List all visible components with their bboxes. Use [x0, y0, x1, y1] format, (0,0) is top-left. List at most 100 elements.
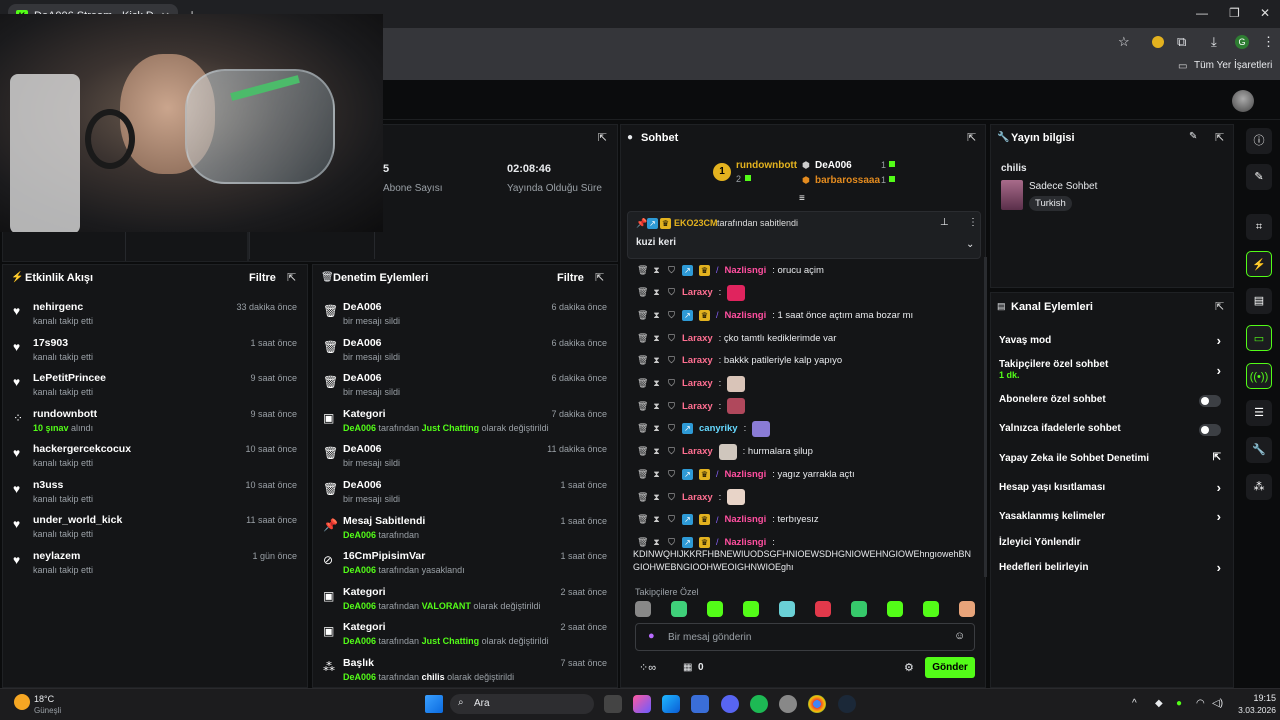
mod-action-name[interactable]: 16CmPipisimVar: [343, 550, 425, 562]
delete-message-icon[interactable]: 🗑: [637, 355, 648, 366]
unpin-icon[interactable]: ⊥: [940, 217, 949, 228]
quick-emote[interactable]: [671, 601, 687, 617]
windows-start-icon[interactable]: [425, 695, 443, 713]
chat-message[interactable]: 🗑 ⧗ ⛉ Laraxy:: [621, 373, 981, 395]
store-icon[interactable]: [691, 695, 709, 713]
users-icon[interactable]: ⁂: [1246, 474, 1272, 500]
quick-emote[interactable]: [815, 601, 831, 617]
ban-shield-icon[interactable]: ⛉: [667, 514, 676, 525]
all-bookmarks-link[interactable]: Tüm Yer İşaretleri: [1194, 60, 1272, 71]
chat-message[interactable]: 🗑 ⧗ ⛉ ↗ ♛ / Nazlisngi: yagız yarrakla açtı: [621, 463, 981, 485]
weather-sun-icon[interactable]: [14, 694, 30, 710]
event-user[interactable]: hackergercekcocux: [33, 443, 131, 455]
chat-user[interactable]: Laraxy: [682, 378, 713, 389]
delete-message-icon[interactable]: 🗑: [637, 265, 648, 276]
wifi-icon[interactable]: ◠: [1196, 698, 1205, 709]
ban-shield-icon[interactable]: ⛉: [667, 333, 676, 344]
chat-user[interactable]: canyriky: [699, 423, 738, 434]
ban-shield-icon[interactable]: ⛉: [667, 401, 676, 412]
chrome-icon[interactable]: [808, 695, 826, 713]
quick-emote[interactable]: [887, 601, 903, 617]
chat-message[interactable]: 🗑 ⧗ ⛉ Laraxy:: [621, 282, 981, 304]
quick-emote[interactable]: [743, 601, 759, 617]
timeout-icon[interactable]: ⧗: [652, 423, 661, 434]
pinned-menu-icon[interactable]: ⋮: [968, 217, 978, 228]
channel-action-item[interactable]: Yasaklanmış kelimeler ›: [999, 509, 1231, 533]
ban-shield-icon[interactable]: ⛉: [667, 469, 676, 480]
quick-emote[interactable]: [851, 601, 867, 617]
ban-shield-icon[interactable]: ⛉: [667, 492, 676, 503]
event-user[interactable]: nehirgenc: [33, 301, 83, 313]
timeout-icon[interactable]: ⧗: [652, 333, 661, 344]
ban-shield-icon[interactable]: ⛉: [667, 446, 676, 457]
mod-actor[interactable]: DeA006: [343, 423, 376, 433]
pinned-message[interactable]: 📌 ↗ ♛ EKO23CM tarafından sabitlendi ⊥ ⋮ …: [627, 211, 981, 259]
copilot-icon[interactable]: [633, 695, 651, 713]
event-row[interactable]: ♥ hackergercekcocux kanalı takip etti 10 …: [3, 441, 307, 475]
chat-message[interactable]: 🗑 ⧗ ⛉ ↗ ♛ / Nazlisngi: 1 saat önce açtım ama…: [621, 304, 981, 326]
event-row[interactable]: ⁘ rundownbott 10 şınav alındı 9 saat önce: [3, 406, 307, 440]
delete-message-icon[interactable]: 🗑: [637, 333, 648, 344]
mod-action-name[interactable]: Kategori: [343, 621, 386, 633]
popout-icon[interactable]: ⇱: [595, 271, 604, 284]
chat-user[interactable]: Nazlisngi: [725, 310, 767, 321]
event-user[interactable]: n3uss: [33, 479, 63, 491]
channel-action-item[interactable]: Yalnızca ifadelerle sohbet: [999, 423, 1231, 445]
popout-icon[interactable]: ⇱: [287, 271, 296, 284]
popout-icon[interactable]: ⇱: [967, 131, 976, 144]
event-row[interactable]: ♥ n3uss kanalı takip etti 10 saat önce: [3, 477, 307, 511]
event-user[interactable]: neylazem: [33, 550, 80, 562]
mod-action-row[interactable]: ▣ Kategori DeA006 tarafından VALORANT ola…: [313, 584, 617, 618]
mod-filter-button[interactable]: Filtre: [557, 272, 584, 284]
channel-action-item[interactable]: Yavaş mod ›: [999, 333, 1231, 357]
channel-action-item[interactable]: Yapay Zeka ile Sohbet Denetimi ⇱: [999, 452, 1231, 475]
chat-user[interactable]: Nazlisngi: [725, 469, 767, 480]
timeout-icon[interactable]: ⧗: [652, 401, 661, 412]
channel-action-item[interactable]: Takipçilere özel sohbet 1 dk. ›: [999, 359, 1231, 381]
chevron-right-icon[interactable]: ›: [1217, 560, 1221, 575]
timeout-icon[interactable]: ⧗: [652, 310, 661, 321]
tray-chevron-icon[interactable]: ^: [1132, 698, 1137, 709]
clock-time[interactable]: 19:15: [1236, 693, 1276, 703]
mod-action-row[interactable]: 🗑 DeA006 bir mesajı sildi 6 dakika önce: [313, 335, 617, 369]
chevron-right-icon[interactable]: ›: [1217, 480, 1221, 495]
maximize-button[interactable]: ❐: [1229, 6, 1240, 20]
mod-action-row[interactable]: 🗑 DeA006 bir mesajı sildi 11 dakika önce: [313, 441, 617, 475]
event-row[interactable]: ♥ under_world_kick kanalı takip etti 11 s…: [3, 512, 307, 546]
emoji-icon[interactable]: ☺: [954, 630, 965, 642]
obs-icon[interactable]: [779, 695, 797, 713]
tray-app-icon[interactable]: ◆: [1155, 698, 1163, 709]
mod-action-row[interactable]: 🗑 DeA006 bir mesajı sildi 1 saat önce: [313, 477, 617, 511]
chat-scrollbar[interactable]: [984, 257, 987, 577]
chevron-right-icon[interactable]: ›: [1217, 333, 1221, 348]
delete-message-icon[interactable]: 🗑: [637, 514, 648, 525]
chat-message[interactable]: 🗑 ⧗ ⛉ Laraxy:: [621, 486, 981, 508]
delete-message-icon[interactable]: 🗑: [637, 469, 648, 480]
chat-message[interactable]: 🗑 ⧗ ⛉ Laraxy: hurmalara şilup: [621, 441, 981, 463]
quick-emote[interactable]: [707, 601, 723, 617]
delete-message-icon[interactable]: 🗑: [637, 287, 648, 298]
ban-shield-icon[interactable]: ⛉: [667, 265, 676, 276]
channel-action-item[interactable]: Hedefleri belirleyin ›: [999, 560, 1231, 584]
user-avatar[interactable]: [1232, 90, 1254, 112]
ban-shield-icon[interactable]: ⛉: [667, 310, 676, 321]
chat-user[interactable]: Laraxy: [682, 401, 713, 412]
profile-avatar[interactable]: G: [1235, 35, 1249, 49]
mod-actor[interactable]: DeA006: [343, 530, 376, 540]
timeout-icon[interactable]: ⧗: [652, 287, 661, 298]
chat-message[interactable]: 🗑 ⧗ ⛉ Laraxy: bakkk patileriyle kalp yapı…: [621, 350, 981, 372]
timeout-icon[interactable]: ⧗: [652, 537, 661, 548]
chat-user[interactable]: Laraxy: [682, 355, 713, 366]
timeout-icon[interactable]: ⧗: [652, 446, 661, 457]
ban-shield-icon[interactable]: ⛉: [667, 287, 676, 298]
crop-icon[interactable]: ⌗: [1246, 214, 1272, 240]
timeout-icon[interactable]: ⧗: [652, 492, 661, 503]
timeout-icon[interactable]: ⧗: [652, 355, 661, 366]
delete-message-icon[interactable]: 🗑: [637, 378, 648, 389]
broadcast-icon[interactable]: ((•)): [1246, 363, 1272, 389]
taskbar-search[interactable]: ⌕ Ara: [450, 694, 594, 714]
event-user[interactable]: rundownbott: [33, 408, 97, 420]
quick-emote[interactable]: [959, 601, 975, 617]
chat-user[interactable]: Laraxy: [682, 333, 713, 344]
channel-action-item[interactable]: Abonelere özel sohbet: [999, 394, 1231, 416]
